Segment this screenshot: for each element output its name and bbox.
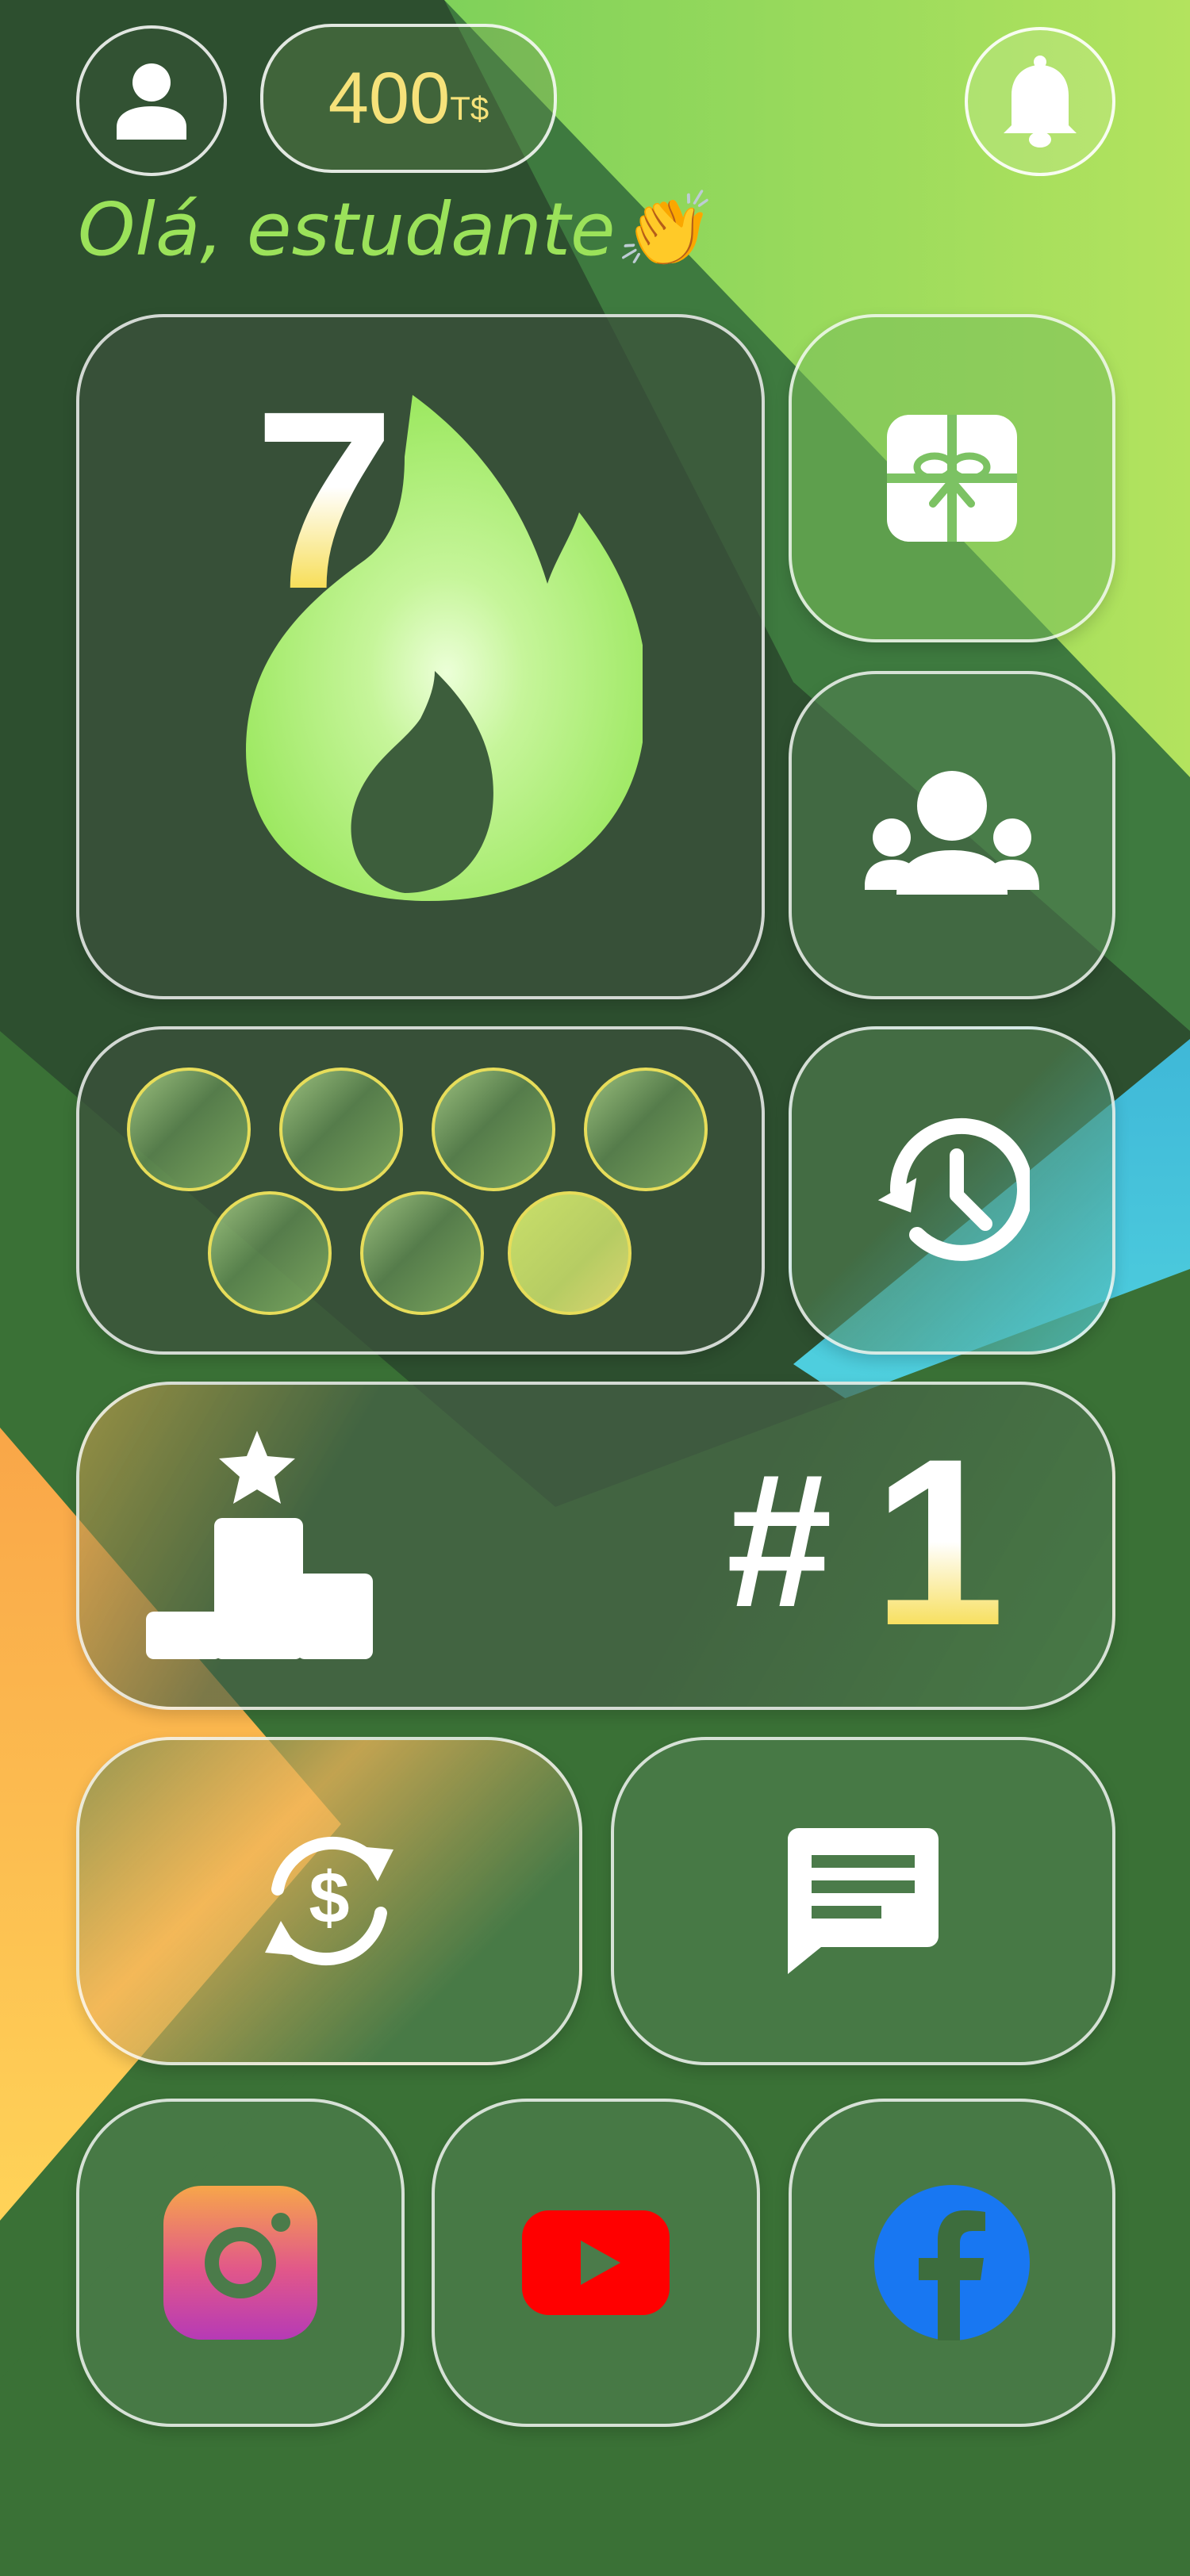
day-dot [127,1068,251,1191]
history-icon [877,1117,1030,1261]
rank-hash: # [724,1434,830,1646]
instagram-button[interactable] [76,2099,405,2427]
gift-button[interactable] [789,314,1115,642]
notifications-button[interactable] [965,27,1115,176]
podium-star-icon [146,1431,373,1659]
group-icon [865,771,1039,895]
friends-button[interactable] [789,671,1115,999]
svg-text:$: $ [309,1857,349,1938]
streak-count: 7 [254,358,395,642]
youtube-icon [522,2210,670,2315]
greeting-text: Olá, estudante👏 [78,187,707,272]
day-dot [208,1191,332,1315]
ranking-card[interactable]: # 1 [76,1382,1115,1710]
youtube-button[interactable] [432,2099,760,2427]
instagram-icon [163,2186,317,2340]
weekly-progress-card[interactable] [76,1026,765,1355]
chat-button[interactable] [611,1737,1115,2065]
user-icon [117,63,186,140]
balance-chip[interactable]: 400 T$ [260,24,557,173]
day-dot [360,1191,484,1315]
day-dot [279,1068,403,1191]
rank-position: 1 [873,1409,1005,1675]
chat-icon [788,1828,939,1974]
day-dot [584,1068,708,1191]
bell-icon [1004,56,1077,148]
day-dot [432,1068,555,1191]
gift-icon [887,415,1017,542]
profile-button[interactable] [76,25,227,176]
currency-exchange-icon: $ [265,1836,393,1966]
facebook-button[interactable] [789,2099,1115,2427]
history-button[interactable] [789,1026,1115,1355]
streak-card[interactable]: 7 [76,314,765,999]
balance-currency: T$ [450,90,489,127]
day-dot [508,1191,631,1315]
balance-amount: 400 [328,57,451,139]
facebook-icon [874,2185,1030,2340]
exchange-button[interactable]: $ [76,1737,582,2065]
